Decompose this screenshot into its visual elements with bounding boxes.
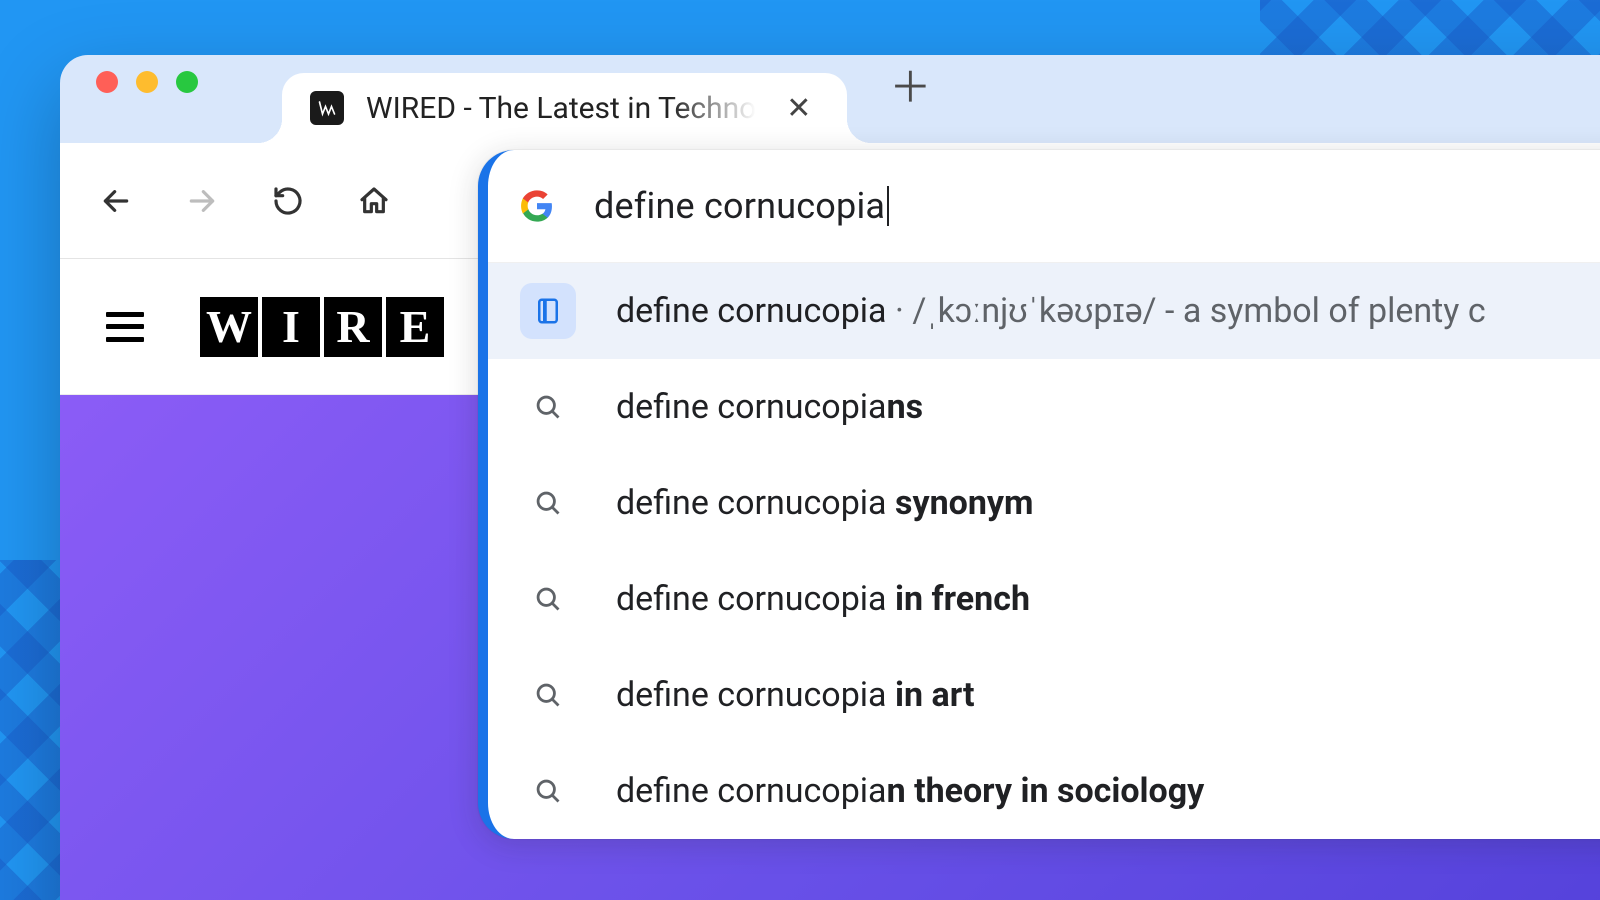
back-button[interactable] [94,179,138,223]
omnibox-dropdown: define cornucopia define cornucopia · /ˌ… [478,150,1600,839]
search-icon [520,379,576,435]
title-bar: WIRED - The Latest in Techno ✕ ＋ [60,55,1600,143]
forward-button[interactable] [180,179,224,223]
suggestion-item[interactable]: define cornucopia · /ˌkɔːnjʊˈkəʊpɪə/ - a… [488,263,1600,359]
close-tab-button[interactable]: ✕ [778,87,819,130]
suggestion-text: define cornucopia in art [616,675,975,715]
suggestions-list: define cornucopia · /ˌkɔːnjʊˈkəʊpɪə/ - a… [488,262,1600,839]
suggestion-item[interactable]: define cornucopians [488,359,1600,455]
new-tab-button[interactable]: ＋ [889,55,931,143]
home-button[interactable] [352,179,396,223]
arrow-left-icon [100,185,132,217]
maximize-window-button[interactable] [176,71,198,93]
tab-title: WIRED - The Latest in Techno [366,91,756,126]
google-icon [520,189,554,223]
site-logo[interactable]: W I R E [200,297,448,357]
suggestion-text: define cornucopia in french [616,579,1030,619]
browser-window: WIRED - The Latest in Techno ✕ ＋ W I R [60,55,1600,900]
search-icon [520,475,576,531]
menu-button[interactable] [106,312,144,342]
arrow-right-icon [186,185,218,217]
search-icon [520,763,576,819]
browser-tab[interactable]: WIRED - The Latest in Techno ✕ [282,73,847,143]
logo-letter: I [262,297,320,357]
logo-letter: E [386,297,444,357]
reload-icon [272,185,304,217]
window-controls [96,55,198,143]
suggestion-text: define cornucopia synonym [616,483,1033,523]
reload-button[interactable] [266,179,310,223]
text-cursor [887,186,889,226]
logo-letter: R [324,297,382,357]
dictionary-icon [520,283,576,339]
suggestion-item[interactable]: define cornucopian theory in sociology [488,743,1600,839]
suggestion-text: define cornucopia · /ˌkɔːnjʊˈkəʊpɪə/ - a… [616,291,1486,331]
suggestion-text: define cornucopians [616,387,923,427]
suggestion-text: define cornucopian theory in sociology [616,771,1204,811]
suggestion-item[interactable]: define cornucopia in art [488,647,1600,743]
address-bar-text: define cornucopia [594,185,889,227]
address-bar[interactable]: define cornucopia [488,150,1600,262]
search-icon [520,667,576,723]
suggestion-item[interactable]: define cornucopia in french [488,551,1600,647]
minimize-window-button[interactable] [136,71,158,93]
logo-letter: W [200,297,258,357]
suggestion-item[interactable]: define cornucopia synonym [488,455,1600,551]
tab-favicon [310,91,344,125]
search-icon [520,571,576,627]
close-window-button[interactable] [96,71,118,93]
home-icon [358,185,390,217]
